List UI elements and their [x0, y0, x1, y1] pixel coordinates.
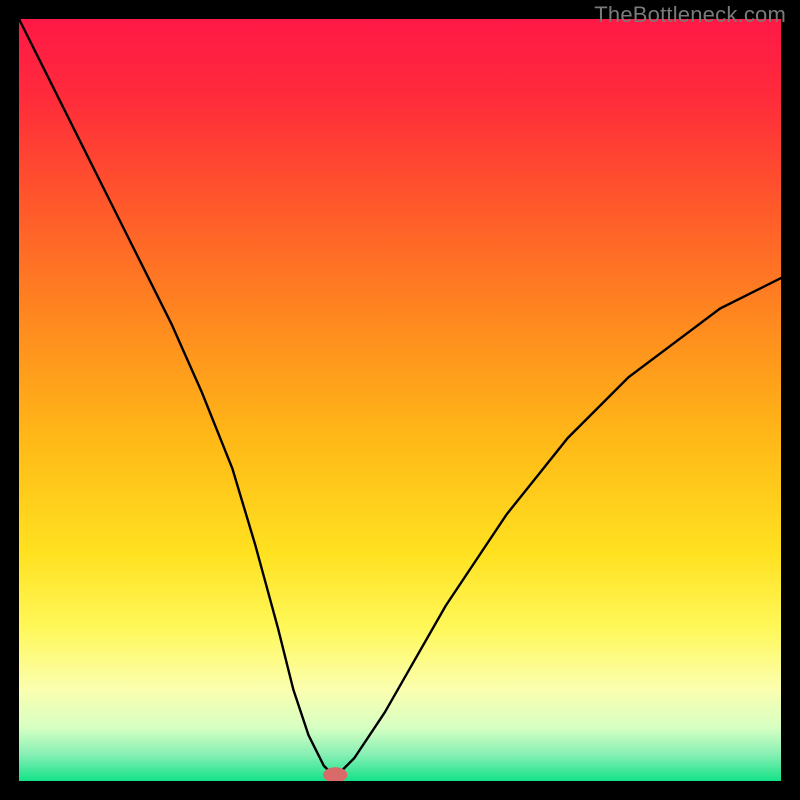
gradient-background	[19, 19, 781, 781]
chart-container: TheBottleneck.com	[0, 0, 800, 800]
watermark-text: TheBottleneck.com	[594, 2, 786, 28]
chart-svg	[19, 19, 781, 781]
plot-area	[19, 19, 781, 781]
